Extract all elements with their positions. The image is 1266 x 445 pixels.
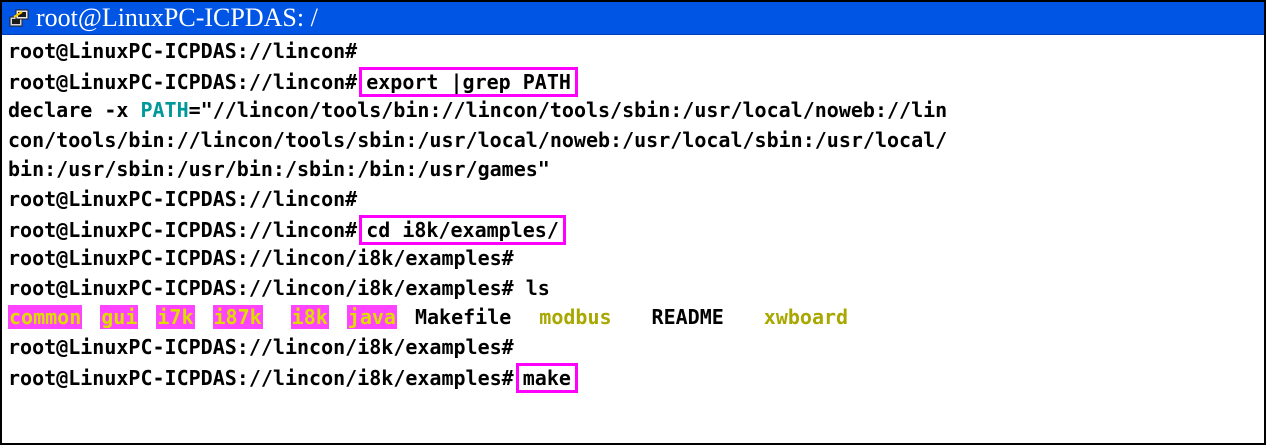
file-entry: README [651, 305, 724, 330]
ls-listing-line: common gui i7k i87k i8k java Makefile modbus REA… [8, 303, 1264, 333]
prompt-text: root@LinuxPC-ICPDAS://lincon# [8, 217, 358, 242]
directory-entry: gui [100, 305, 139, 330]
directory-entry: common [8, 305, 83, 330]
terminal-line: root@LinuxPC-ICPDAS://lincon# cd i8k/exam… [8, 214, 1264, 245]
file-entry: modbus [539, 305, 612, 330]
terminal-line: declare -x PATH="//lincon/tools/bin://li… [8, 96, 1264, 126]
putty-terminal-icon[interactable] [8, 7, 30, 29]
terminal-line: root@LinuxPC-ICPDAS://lincon# export |gre… [8, 66, 1264, 97]
directory-entry: i7k [156, 305, 195, 330]
file-entry: Makefile [414, 305, 512, 330]
prompt-text: root@LinuxPC-ICPDAS://lincon/i8k/example… [8, 275, 550, 300]
terminal-line: con/tools/bin://lincon/tools/sbin:/usr/l… [8, 126, 1264, 156]
terminal-line: root@LinuxPC-ICPDAS://lincon# [8, 185, 1264, 215]
terminal-window: root@LinuxPC-ICPDAS: / root@LinuxPC-ICPD… [0, 0, 1266, 445]
env-var-name: PATH [140, 98, 189, 123]
terminal-output[interactable]: root@LinuxPC-ICPDAS://lincon# root@Linux… [2, 35, 1264, 393]
terminal-line: bin:/usr/sbin:/usr/bin:/sbin:/bin:/usr/g… [8, 155, 1264, 185]
prompt-text: root@LinuxPC-ICPDAS://lincon/i8k/example… [8, 246, 514, 271]
window-title: root@LinuxPC-ICPDAS: / [36, 3, 318, 32]
directory-entry: i8k [290, 305, 329, 330]
terminal-line: root@LinuxPC-ICPDAS://lincon/i8k/example… [8, 274, 1264, 304]
terminal-line: root@LinuxPC-ICPDAS://lincon/i8k/example… [8, 244, 1264, 274]
prompt-text: root@LinuxPC-ICPDAS://lincon/i8k/example… [8, 334, 514, 359]
directory-entry: i87k [212, 305, 263, 330]
output-text: con/tools/bin://lincon/tools/sbin:/usr/l… [8, 127, 948, 152]
highlighted-command: cd i8k/examples/ [359, 214, 566, 245]
highlighted-command: make [515, 362, 578, 393]
prompt-text: root@LinuxPC-ICPDAS://lincon/i8k/example… [8, 365, 514, 390]
prompt-text: root@LinuxPC-ICPDAS://lincon# [8, 69, 358, 94]
prompt-text: root@LinuxPC-ICPDAS://lincon# [8, 39, 358, 63]
highlighted-command: export |grep PATH [359, 66, 578, 97]
directory-entry: java [346, 305, 397, 330]
title-bar[interactable]: root@LinuxPC-ICPDAS: / [2, 2, 1264, 35]
output-text: ="//lincon/tools/bin://lincon/tools/sbin… [188, 98, 948, 123]
terminal-line: root@LinuxPC-ICPDAS://lincon/i8k/example… [8, 333, 1264, 363]
file-entry: xwboard [763, 305, 849, 330]
output-text: declare -x [8, 98, 141, 123]
terminal-line: root@LinuxPC-ICPDAS://lincon# [8, 37, 1264, 67]
terminal-line: root@LinuxPC-ICPDAS://lincon/i8k/example… [8, 362, 1264, 393]
prompt-text: root@LinuxPC-ICPDAS://lincon# [8, 186, 358, 211]
output-text: bin:/usr/sbin:/usr/bin:/sbin:/bin:/usr/g… [8, 157, 550, 182]
